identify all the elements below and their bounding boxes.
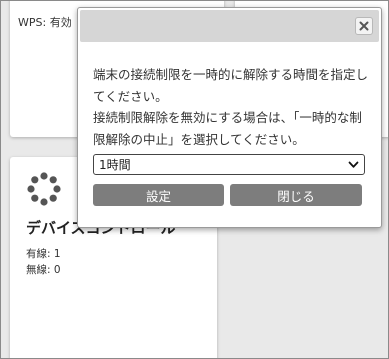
duration-select[interactable]: 1時間 <box>93 154 365 175</box>
dialog-titlebar[interactable] <box>80 10 379 42</box>
wireless-count: 無線: 0 <box>26 264 61 276</box>
wired-count: 有線: 1 <box>26 248 61 260</box>
app-frame: WPS: 有効 デバイスコントロール 有線: 1 無線: 0 端末の接続制限を一… <box>0 0 389 359</box>
close-x-icon[interactable] <box>355 17 373 35</box>
unlock-time-dialog: 端末の接続制限を一時的に解除する時間を指定してください。 接続制限解除を無効にす… <box>77 7 382 228</box>
message-line-1: 端末の接続制限を一時的に解除する時間を指定してください。 <box>93 67 369 104</box>
set-button[interactable]: 設定 <box>93 184 224 206</box>
chevron-down-icon <box>346 158 360 172</box>
gear-dots-icon <box>27 172 61 206</box>
dialog-message: 端末の接続制限を一時的に解除する時間を指定してください。 接続制限解除を無効にす… <box>93 64 373 150</box>
duration-select-value: 1時間 <box>99 158 131 172</box>
message-line-2: 接続制限解除を無効にする場合は、「一時的な制限解除の中止」を選択してください。 <box>93 110 362 147</box>
wps-status-text: WPS: 有効 <box>18 16 72 29</box>
close-button[interactable]: 閉じる <box>230 184 362 206</box>
